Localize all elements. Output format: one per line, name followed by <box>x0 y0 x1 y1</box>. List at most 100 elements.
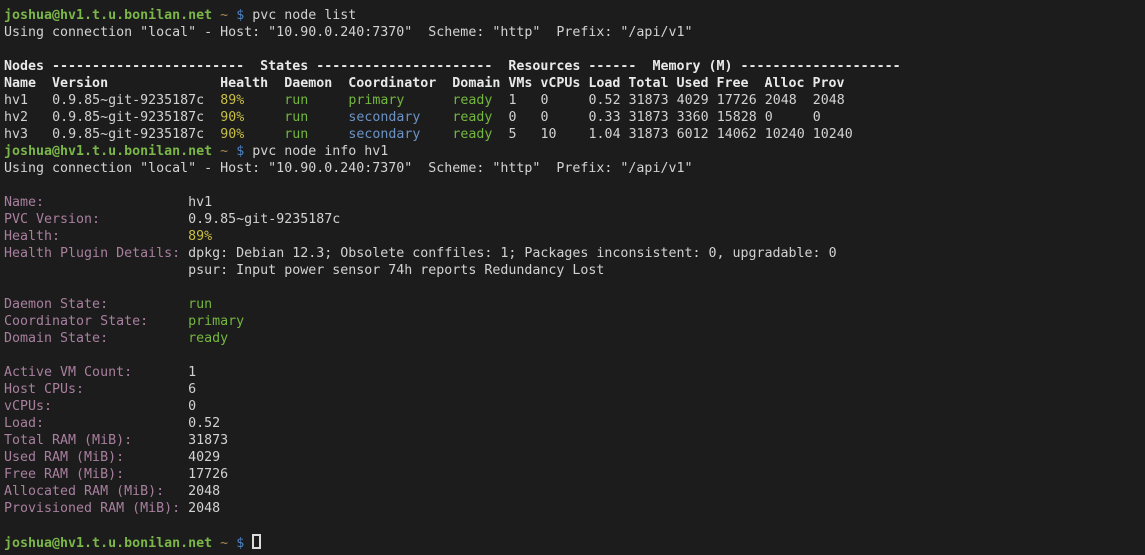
domain-state: ready <box>452 110 492 125</box>
info-label: Domain State: <box>4 331 108 346</box>
text-segment <box>28 93 52 108</box>
connection-info: Using connection "local" - Host: "10.90.… <box>4 25 692 40</box>
node-version: 0.9.85~git-9235187c <box>52 110 204 125</box>
load: 0.33 <box>589 110 621 125</box>
text-segment <box>244 536 252 551</box>
text-segment <box>709 110 717 125</box>
text-segment <box>204 127 220 142</box>
vcpus: 10 <box>541 127 557 142</box>
info-vcpus-line: vCPUs: 0 <box>4 398 1145 415</box>
text-segment <box>132 433 188 448</box>
text-segment <box>28 127 52 142</box>
text-segment <box>132 365 188 380</box>
text-segment <box>124 450 188 465</box>
sections-header: Nodes ------------------------ States --… <box>4 59 901 74</box>
prompt-user-host: joshua@hv1.t.u.bonilan.net <box>4 536 212 551</box>
columns-header: Name Version Health Daemon Coordinator D… <box>4 76 845 91</box>
command-pvc-node-list: pvc node list <box>244 8 356 23</box>
text-segment <box>204 93 220 108</box>
info-value: 0 <box>188 399 196 414</box>
text-segment <box>797 93 813 108</box>
connection-info: Using connection "local" - Host: "10.90.… <box>4 161 692 176</box>
prompt-symbol: $ <box>236 8 244 23</box>
text-segment <box>60 229 188 244</box>
prompt-user-host: joshua@hv1.t.u.bonilan.net <box>4 144 212 159</box>
info-domain-state-line: Domain State: ready <box>4 330 1145 347</box>
prompt-line-3: joshua@hv1.t.u.bonilan.net ~ $ <box>4 534 1145 551</box>
info-label: Provisioned RAM (MiB): <box>4 501 180 516</box>
ram-total: 31873 <box>629 127 669 142</box>
info-label: vCPUs: <box>4 399 52 414</box>
text-segment <box>492 93 508 108</box>
text-segment <box>709 127 717 142</box>
text-segment <box>492 110 508 125</box>
info-label: Total RAM (MiB): <box>4 433 132 448</box>
node-row-hv1: hv1 0.9.85~git-9235187c 89% run primary … <box>4 92 1145 109</box>
ram-prov: 10240 <box>813 127 853 142</box>
info-label: Daemon State: <box>4 297 108 312</box>
info-value: 0.9.85~git-9235187c <box>188 212 340 227</box>
info-active-vm-count-line: Active VM Count: 1 <box>4 364 1145 381</box>
text-segment <box>164 484 188 499</box>
text-segment <box>212 144 220 159</box>
info-value: 2048 <box>188 484 220 499</box>
prompt-line-2: joshua@hv1.t.u.bonilan.net ~ $ pvc node … <box>4 143 1145 160</box>
ram-alloc: 0 <box>765 110 773 125</box>
ram-used: 3360 <box>677 110 709 125</box>
info-label: Host CPUs: <box>4 382 84 397</box>
info-load-line: Load: 0.52 <box>4 415 1145 432</box>
text-segment <box>492 127 508 142</box>
text-segment <box>516 93 540 108</box>
text-segment <box>621 110 629 125</box>
info-total-ram-line: Total RAM (MiB): 31873 <box>4 432 1145 449</box>
command-pvc-node-info: pvc node info hv1 <box>244 144 388 159</box>
ram-used: 6012 <box>677 127 709 142</box>
text-segment <box>148 314 188 329</box>
ram-free: 14062 <box>717 127 757 142</box>
text-segment <box>84 382 188 397</box>
info-host-cpus-line: Host CPUs: 6 <box>4 381 1145 398</box>
text-segment <box>244 110 284 125</box>
ram-prov: 0 <box>813 110 821 125</box>
text-segment <box>669 127 677 142</box>
prompt-symbol: $ <box>236 536 244 551</box>
text-segment <box>228 144 236 159</box>
ram-total: 31873 <box>629 110 669 125</box>
info-value: run <box>188 297 212 312</box>
text-segment <box>124 467 188 482</box>
node-health: 89% <box>220 93 244 108</box>
info-allocated-ram-line: Allocated RAM (MiB): 2048 <box>4 483 1145 500</box>
prompt-symbol: $ <box>236 144 244 159</box>
node-name: hv2 <box>4 110 28 125</box>
text-segment <box>180 501 188 516</box>
ram-alloc: 10240 <box>765 127 805 142</box>
text-segment <box>228 536 236 551</box>
text-segment <box>709 93 717 108</box>
info-coordinator-state-line: Coordinator State: primary <box>4 313 1145 330</box>
node-row-hv2: hv2 0.9.85~git-9235187c 90% run secondar… <box>4 109 1145 126</box>
node-row-hv3: hv3 0.9.85~git-9235187c 90% run secondar… <box>4 126 1145 143</box>
text-segment <box>516 127 540 142</box>
info-value: 1 <box>188 365 196 380</box>
text-segment <box>180 246 188 261</box>
info-label: Active VM Count: <box>4 365 132 380</box>
text-segment <box>100 212 188 227</box>
ram-total: 31873 <box>629 93 669 108</box>
blank-line <box>4 347 1145 364</box>
info-provisioned-ram-line: Provisioned RAM (MiB): 2048 <box>4 500 1145 517</box>
node-health: 90% <box>220 110 244 125</box>
terminal-screen[interactable]: joshua@hv1.t.u.bonilan.net ~ $ pvc node … <box>0 0 1145 555</box>
text-segment <box>516 110 540 125</box>
info-value: 6 <box>188 382 196 397</box>
info-label: Allocated RAM (MiB): <box>4 484 164 499</box>
load: 0.52 <box>589 93 621 108</box>
domain-state: ready <box>452 127 492 142</box>
info-label: Free RAM (MiB): <box>4 467 124 482</box>
ram-used: 4029 <box>677 93 709 108</box>
blank-line <box>4 279 1145 296</box>
info-label: Coordinator State: <box>4 314 148 329</box>
prompt-user-host: joshua@hv1.t.u.bonilan.net <box>4 8 212 23</box>
text-segment <box>557 127 589 142</box>
info-value: 31873 <box>188 433 228 448</box>
info-label: PVC Version: <box>4 212 100 227</box>
